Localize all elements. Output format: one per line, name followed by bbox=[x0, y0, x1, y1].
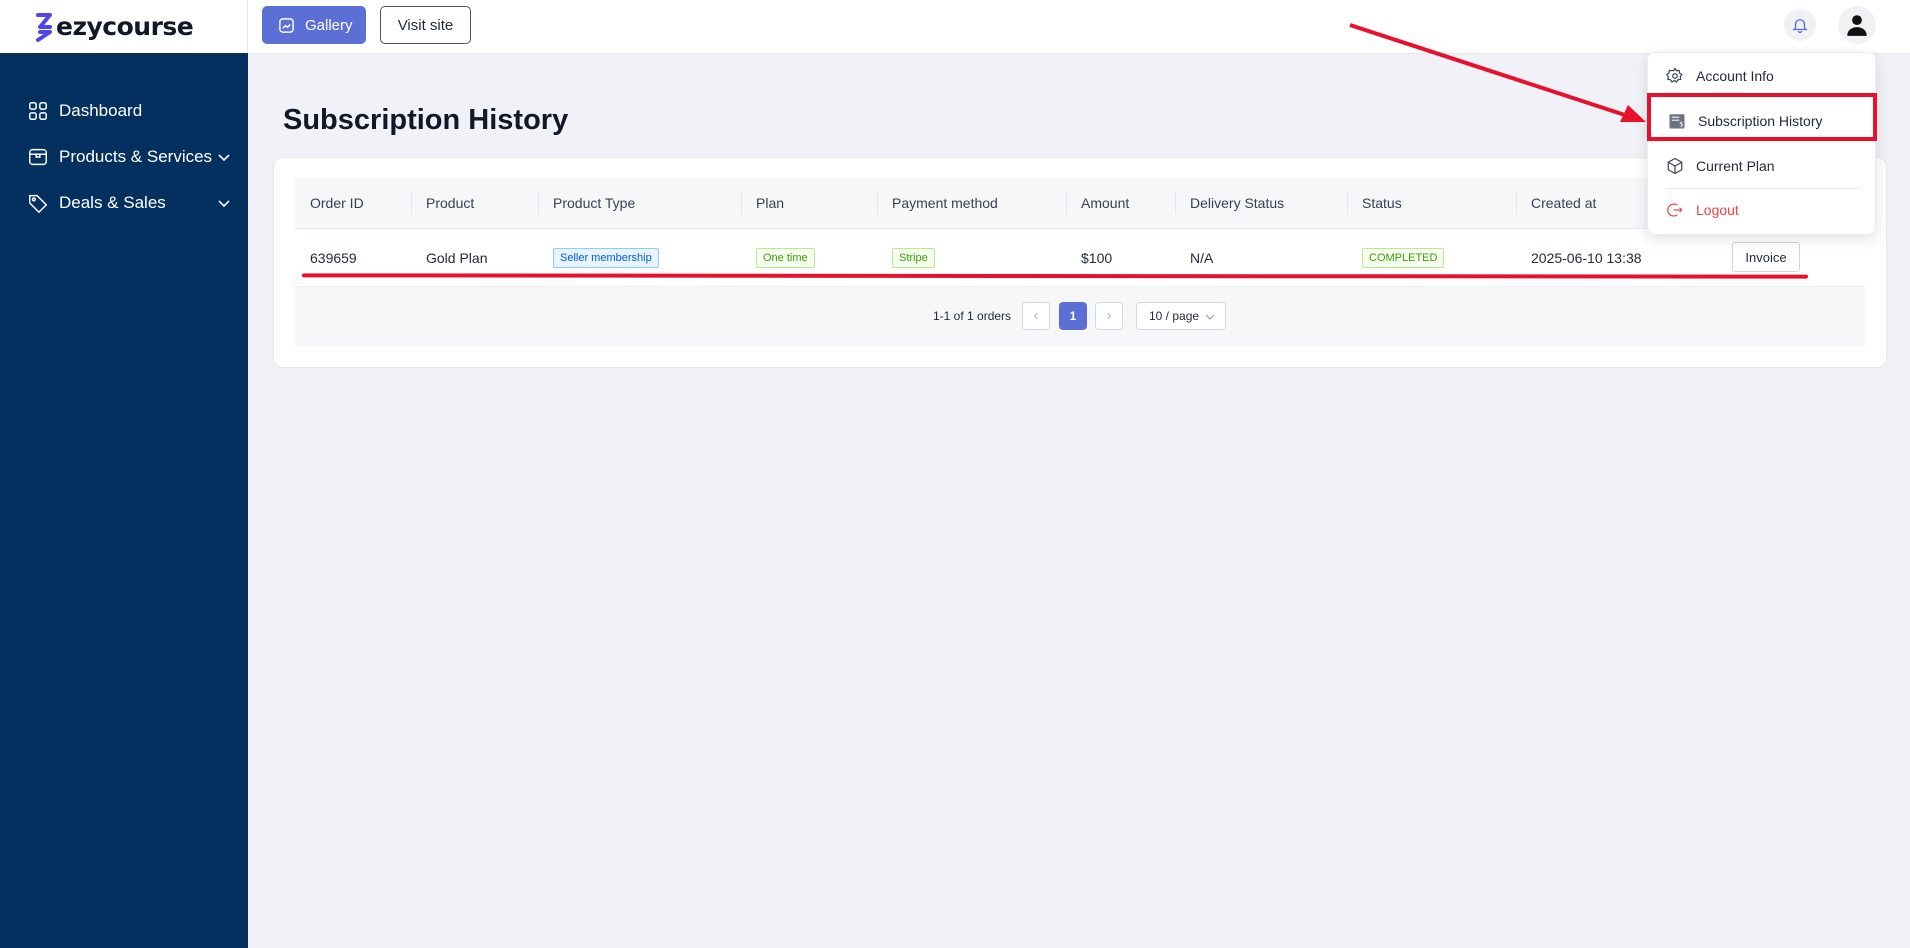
topbar: Gallery Visit site bbox=[248, 0, 1910, 54]
annotation-highlight-box bbox=[1647, 93, 1877, 141]
sidebar-item-label: Products & Services bbox=[59, 147, 213, 166]
column-divider bbox=[1347, 192, 1348, 214]
column-divider bbox=[741, 192, 742, 214]
chevron-down-icon bbox=[218, 200, 230, 208]
column-divider bbox=[1175, 192, 1176, 214]
cell-product: Gold Plan bbox=[426, 250, 488, 266]
menu-item-label: Account Info bbox=[1696, 68, 1774, 84]
gallery-button[interactable]: Gallery bbox=[262, 6, 366, 44]
pagination-summary: 1-1 of 1 orders bbox=[933, 309, 1012, 323]
column-header-amount: Amount bbox=[1081, 195, 1130, 211]
annotation-arrow bbox=[1349, 23, 1646, 122]
sidebar-item-label: Dashboard bbox=[59, 101, 143, 120]
column-header-delivery-status: Delivery Status bbox=[1190, 195, 1285, 211]
page-size-select[interactable]: 10 / page bbox=[1136, 302, 1226, 330]
column-divider bbox=[1066, 192, 1067, 214]
sidebar-item-label: Deals & Sales bbox=[59, 193, 166, 212]
menu-item-label: Current Plan bbox=[1696, 158, 1775, 174]
plan-tag: One time bbox=[756, 248, 815, 268]
cell-created-at: 2025-06-10 13:38 bbox=[1531, 250, 1642, 266]
box-icon bbox=[29, 148, 47, 166]
sidebar: Dashboard Products & Services Deals & Sa… bbox=[0, 0, 248, 948]
sidebar-nav: Dashboard Products & Services Deals & Sa… bbox=[0, 88, 248, 226]
pagination-prev-button[interactable] bbox=[1022, 302, 1050, 330]
menu-item-account-info[interactable]: Account Info bbox=[1648, 56, 1877, 96]
column-header-order-id: Order ID bbox=[310, 195, 364, 211]
column-divider bbox=[1516, 192, 1517, 214]
ezycourse-logo-icon bbox=[36, 12, 52, 42]
sidebar-item-products-services[interactable]: Products & Services bbox=[0, 134, 248, 180]
chevron-down-icon bbox=[1205, 314, 1215, 320]
pagination-next-button[interactable] bbox=[1095, 302, 1123, 330]
account-dropdown-menu: Account Info $ Subscription History Curr… bbox=[1647, 52, 1876, 235]
cell-delivery-status: N/A bbox=[1190, 250, 1214, 266]
payment-method-tag: Stripe bbox=[892, 248, 935, 268]
column-header-created-at: Created at bbox=[1531, 195, 1597, 211]
bell-icon bbox=[1792, 19, 1808, 34]
column-divider bbox=[538, 192, 539, 214]
gear-icon bbox=[1666, 67, 1683, 83]
menu-item-current-plan[interactable]: Current Plan bbox=[1648, 146, 1877, 186]
column-header-product-type: Product Type bbox=[553, 195, 636, 211]
user-avatar-button[interactable] bbox=[1838, 6, 1876, 44]
column-divider bbox=[877, 192, 878, 214]
column-header-payment-method: Payment method bbox=[892, 195, 998, 211]
sidebar-item-dashboard[interactable]: Dashboard bbox=[0, 88, 248, 134]
cell-amount: $100 bbox=[1081, 250, 1113, 266]
visit-site-button[interactable]: Visit site bbox=[380, 6, 471, 44]
column-divider bbox=[411, 192, 412, 214]
chevron-left-icon bbox=[1033, 312, 1038, 320]
chevron-down-icon bbox=[218, 154, 230, 162]
package-icon bbox=[1667, 157, 1683, 175]
column-header-status: Status bbox=[1362, 195, 1402, 211]
logout-icon bbox=[1667, 203, 1683, 217]
notifications-button[interactable] bbox=[1784, 9, 1816, 41]
cell-order-id: 639659 bbox=[310, 250, 357, 266]
column-header-plan: Plan bbox=[756, 195, 785, 211]
invoice-button[interactable]: Invoice bbox=[1732, 242, 1800, 272]
menu-divider bbox=[1666, 188, 1859, 189]
menu-item-logout[interactable]: Logout bbox=[1648, 190, 1877, 230]
status-badge: COMPLETED bbox=[1362, 248, 1445, 268]
page-size-value: 10 / page bbox=[1149, 309, 1200, 323]
page-title: Subscription History bbox=[283, 104, 569, 136]
user-avatar-icon bbox=[1847, 15, 1867, 36]
brand-name: ezycourse bbox=[56, 12, 194, 41]
brand-logo[interactable]: ezycourse bbox=[0, 0, 248, 53]
column-header-product: Product bbox=[426, 195, 475, 211]
gallery-icon bbox=[279, 17, 294, 33]
sidebar-item-deals-sales[interactable]: Deals & Sales bbox=[0, 180, 248, 226]
product-type-tag: Seller membership bbox=[553, 248, 659, 268]
pagination-page-1[interactable]: 1 bbox=[1059, 302, 1087, 330]
subscription-table: Order ID Product Product Type Plan Payme… bbox=[295, 178, 1865, 346]
menu-item-label: Logout bbox=[1696, 202, 1739, 218]
table-header: Order ID Product Product Type Plan Payme… bbox=[295, 178, 1865, 229]
dashboard-grid-icon bbox=[29, 102, 47, 120]
tag-icon bbox=[29, 194, 48, 214]
chevron-right-icon bbox=[1107, 312, 1112, 320]
gallery-button-label: Gallery bbox=[305, 16, 353, 34]
